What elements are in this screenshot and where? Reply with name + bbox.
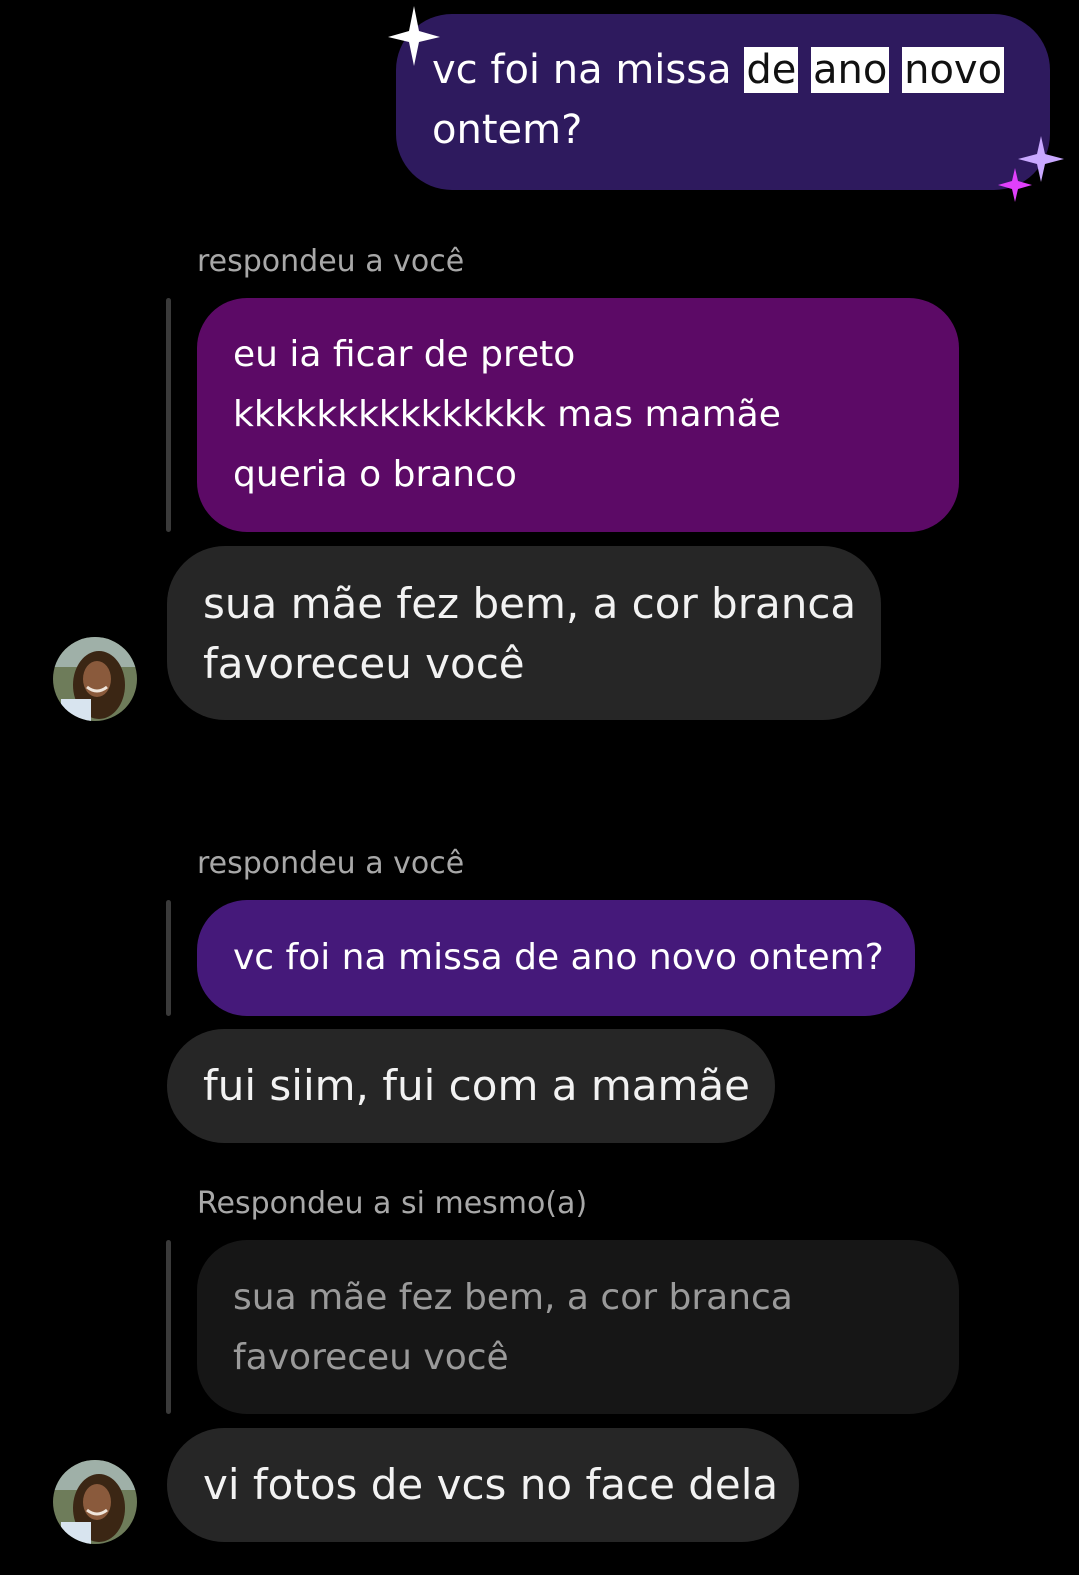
reply-label: respondeu a você: [197, 244, 465, 279]
message-line: sua mãe fez bem, a cor branca: [203, 579, 857, 628]
reply-indicator-bar: [166, 298, 171, 532]
avatar[interactable]: [53, 637, 137, 721]
reply-label: respondeu a você: [197, 846, 465, 881]
quoted-line: sua mãe fez bem, a cor branca: [233, 1277, 793, 1318]
received-message-bubble[interactable]: vi fotos de vcs no face dela: [167, 1428, 799, 1542]
quoted-line: kkkkkkkkkkkkkkk mas mamãe: [233, 394, 781, 435]
sparkle-icon: [998, 168, 1032, 202]
quoted-message[interactable]: sua mãe fez bem, a cor branca favoreceu …: [197, 1240, 959, 1414]
message-line: fui siim, fui com a mamãe: [203, 1061, 750, 1110]
quoted-line: queria o branco: [233, 454, 517, 495]
highlighted-word: novo: [902, 47, 1005, 93]
reply-indicator-bar: [166, 1240, 171, 1414]
reply-label: Respondeu a si mesmo(a): [197, 1186, 588, 1221]
message-line: favoreceu você: [203, 639, 525, 688]
sent-message-line-1: vc foi na missa de ano novo: [432, 40, 1020, 100]
text-segment: [889, 47, 902, 93]
quoted-line: favoreceu você: [233, 1337, 509, 1378]
highlighted-word: de: [744, 47, 799, 93]
quoted-line: vc foi na missa de ano novo ontem?: [233, 937, 884, 978]
received-message-bubble[interactable]: sua mãe fez bem, a cor branca favoreceu …: [167, 546, 881, 720]
reply-indicator-bar: [166, 900, 171, 1016]
sent-message-line-2: ontem?: [432, 107, 583, 153]
text-segment: [798, 47, 811, 93]
sparkle-icon: [388, 6, 440, 66]
quoted-message[interactable]: eu ia ficar de preto kkkkkkkkkkkkkkk mas…: [197, 298, 959, 532]
avatar[interactable]: [53, 1460, 137, 1544]
received-message-bubble[interactable]: fui siim, fui com a mamãe: [167, 1029, 775, 1143]
highlighted-word: ano: [811, 47, 890, 93]
text-segment: vc foi na missa: [432, 47, 745, 93]
sent-message-bubble[interactable]: vc foi na missa de ano novo ontem?: [396, 14, 1050, 190]
quoted-line: eu ia ficar de preto: [233, 334, 576, 375]
quoted-message[interactable]: vc foi na missa de ano novo ontem?: [197, 900, 915, 1016]
message-line: vi fotos de vcs no face dela: [203, 1460, 779, 1509]
